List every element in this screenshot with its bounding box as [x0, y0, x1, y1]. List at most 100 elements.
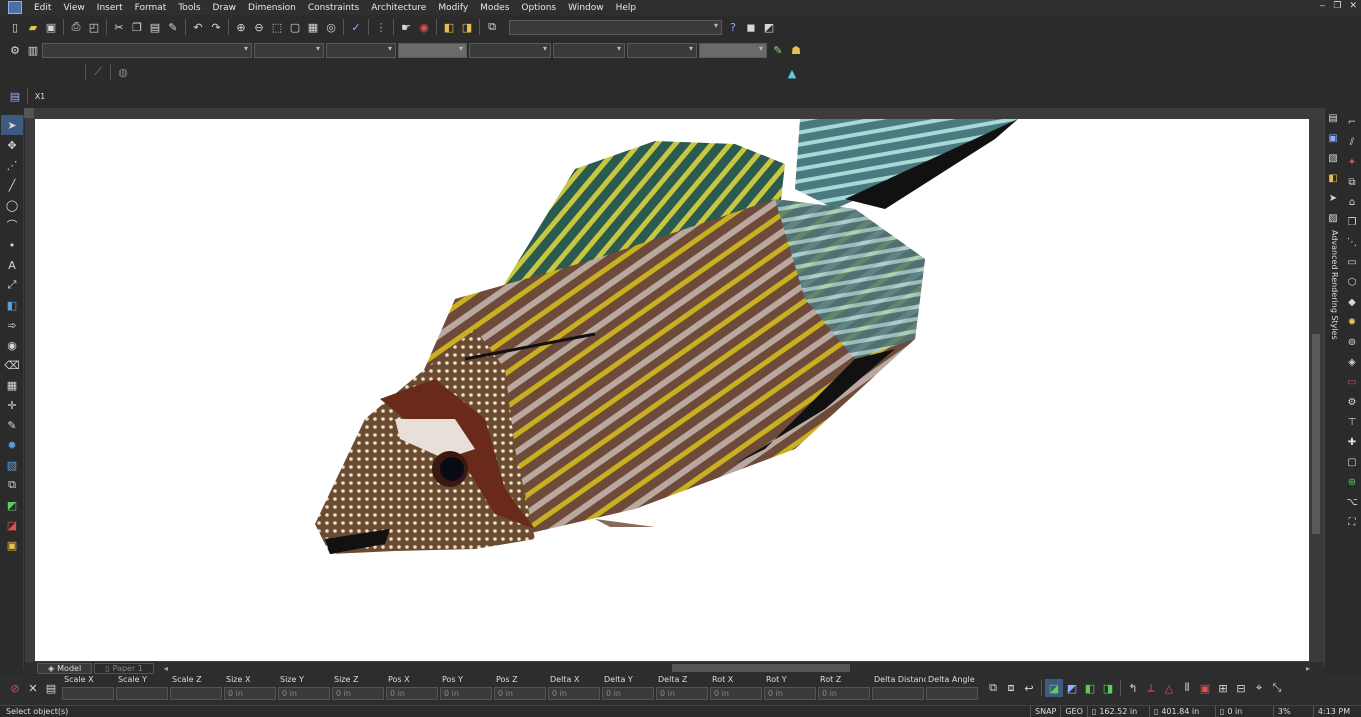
align-icon[interactable]: ◩ [1, 495, 23, 515]
size-z-input[interactable]: 0 in [332, 687, 384, 700]
zoom-out-icon[interactable]: ⊖ [250, 18, 268, 36]
panel-render-icon[interactable]: ▣ [1325, 128, 1341, 148]
layer-color-icon[interactable]: ◉ [415, 18, 433, 36]
panel-cursor-icon[interactable]: ➤ [1325, 188, 1341, 208]
snap-ungroup-icon[interactable]: ⧈ [1002, 679, 1020, 697]
snap-curve-icon[interactable]: ↩ [1020, 679, 1038, 697]
vertical-scrollbar[interactable] [1310, 119, 1322, 661]
paste-icon[interactable]: ▤ [146, 18, 164, 36]
menu-modes[interactable]: Modes [474, 3, 515, 13]
fish-3d-model[interactable] [35, 119, 1309, 661]
menu-options[interactable]: Options [515, 3, 562, 13]
line-icon[interactable]: ╱ [1, 175, 23, 195]
delta-x-input[interactable]: 0 in [548, 687, 600, 700]
frame-icon[interactable]: ⛶ [1343, 512, 1361, 532]
hatch-icon[interactable]: ▧ [1, 455, 23, 475]
cut-icon[interactable]: ✂ [110, 18, 128, 36]
horizontal-scroll-thumb[interactable] [672, 664, 850, 672]
text-icon[interactable]: A [1, 255, 23, 275]
panel-light-icon[interactable]: ◧ [1325, 168, 1341, 188]
clip-icon[interactable]: ◪ [1, 515, 23, 535]
delta-angle-input[interactable] [926, 687, 978, 700]
snap-midpoint-icon[interactable]: ◧ [1081, 679, 1099, 697]
lineweight-combo[interactable] [398, 42, 467, 58]
tab-paper-1[interactable]: ▯ Paper 1 [94, 662, 154, 674]
snap-grid-dot-icon[interactable]: ⊞ [1214, 679, 1232, 697]
tab-model[interactable]: ◈ Model [37, 662, 93, 674]
linestyle-combo[interactable] [469, 42, 551, 58]
shapes-icon[interactable]: ◧ [1, 295, 23, 315]
undo-icon[interactable]: ↶ [189, 18, 207, 36]
solid-icon[interactable]: ◉ [1, 335, 23, 355]
vertical-scroll-thumb[interactable] [1312, 334, 1320, 534]
house-icon[interactable]: ⌂ [1343, 192, 1361, 212]
point-icon[interactable]: • [1, 235, 23, 255]
zoom-window-icon[interactable]: ⬚ [268, 18, 286, 36]
plus-icon[interactable]: ✚ [1343, 432, 1361, 452]
pencil-icon[interactable]: ✎ [769, 41, 787, 59]
dimension-icon[interactable]: ⤢ [1, 275, 23, 295]
circle-icon[interactable]: ◯ [1, 195, 23, 215]
snap-tangent-icon[interactable]: ↰ [1124, 679, 1142, 697]
extrude-icon[interactable]: ➾ [1, 315, 23, 335]
menu-tools[interactable]: Tools [172, 3, 206, 13]
nodes-icon[interactable]: ⧉ [1343, 172, 1361, 192]
menu-architecture[interactable]: Architecture [365, 3, 432, 13]
snap-toggle[interactable]: SNAP [1030, 706, 1060, 717]
gear-icon[interactable]: ⚙ [6, 41, 24, 59]
snap-frame-icon[interactable]: ▣ [1196, 679, 1214, 697]
gem-icon[interactable]: ◈ [1343, 352, 1361, 372]
minimize-icon[interactable]: ‒ [1320, 1, 1326, 11]
zoom-in-icon[interactable]: ⊕ [232, 18, 250, 36]
excel-link-icon[interactable]: X1 [31, 87, 49, 105]
command-combo[interactable] [509, 19, 722, 35]
snap-grid-icon[interactable]: ⋮ [372, 18, 390, 36]
zoom-fit-icon[interactable]: ▦ [304, 18, 322, 36]
snap-nearest-icon[interactable]: ⌖ [1250, 679, 1268, 697]
trim-icon[interactable]: ✎ [1, 415, 23, 435]
menu-window[interactable]: Window [562, 3, 610, 13]
print-preview-icon[interactable]: ◰ [85, 18, 103, 36]
render-mode-icon[interactable]: ▲ [783, 64, 801, 82]
panel-print-icon[interactable]: ▤ [1325, 108, 1341, 128]
rot-x-input[interactable]: 0 in [710, 687, 762, 700]
panel-image-icon[interactable]: ▧ [1325, 148, 1341, 168]
menu-format[interactable]: Format [129, 3, 173, 13]
rot-z-input[interactable]: 0 in [818, 687, 870, 700]
menu-dimension[interactable]: Dimension [242, 3, 302, 13]
lock-icon[interactable]: ◼ [742, 18, 760, 36]
properties-icon[interactable]: ◨ [458, 18, 476, 36]
app-logo-icon[interactable] [8, 1, 22, 14]
spell-check-icon[interactable]: ✓ [347, 18, 365, 36]
scroll-left-icon[interactable]: ◂ [164, 664, 168, 673]
cube-icon[interactable]: ⬡ [1343, 272, 1361, 292]
snap-group-icon[interactable]: ⧉ [984, 679, 1002, 697]
scale-y-input[interactable] [116, 687, 168, 700]
scale-x-input[interactable] [62, 687, 114, 700]
line-tool-icon[interactable]: ⟋ [89, 63, 107, 81]
red-point-icon[interactable]: ✦ [1343, 152, 1361, 172]
bracket-icon[interactable]: ⌐ [1343, 112, 1361, 132]
scroll-right-icon[interactable]: ▸ [1306, 664, 1310, 673]
size-x-input[interactable]: 0 in [224, 687, 276, 700]
smart-cursor-icon[interactable]: ⋰ [1, 155, 23, 175]
gear-tool-icon[interactable]: ✹ [1, 435, 23, 455]
menu-edit[interactable]: Edit [28, 3, 57, 13]
close-icon[interactable]: ✕ [1349, 1, 1357, 11]
render-icon[interactable]: ☛ [397, 18, 415, 36]
viewport-icon[interactable]: ⧉ [1, 475, 23, 495]
fill-combo[interactable] [699, 42, 767, 58]
settings-box-icon[interactable]: ◩ [760, 18, 778, 36]
no-selection-icon[interactable]: ⊘ [6, 679, 24, 697]
brush-combo[interactable] [627, 42, 697, 58]
linetype-combo[interactable] [326, 42, 396, 58]
menu-draw[interactable]: Draw [207, 3, 243, 13]
select-arrow-icon[interactable]: ➤ [1, 115, 23, 135]
object-snap-icon[interactable]: ⧉ [483, 18, 501, 36]
split-icon[interactable]: ⋱ [1343, 232, 1361, 252]
restore-icon[interactable]: ❐ [1333, 1, 1341, 11]
color-combo[interactable] [254, 42, 324, 58]
drawing-viewport[interactable] [35, 119, 1309, 661]
edit-handles-icon[interactable]: ✥ [1, 135, 23, 155]
pen-combo[interactable] [553, 42, 625, 58]
